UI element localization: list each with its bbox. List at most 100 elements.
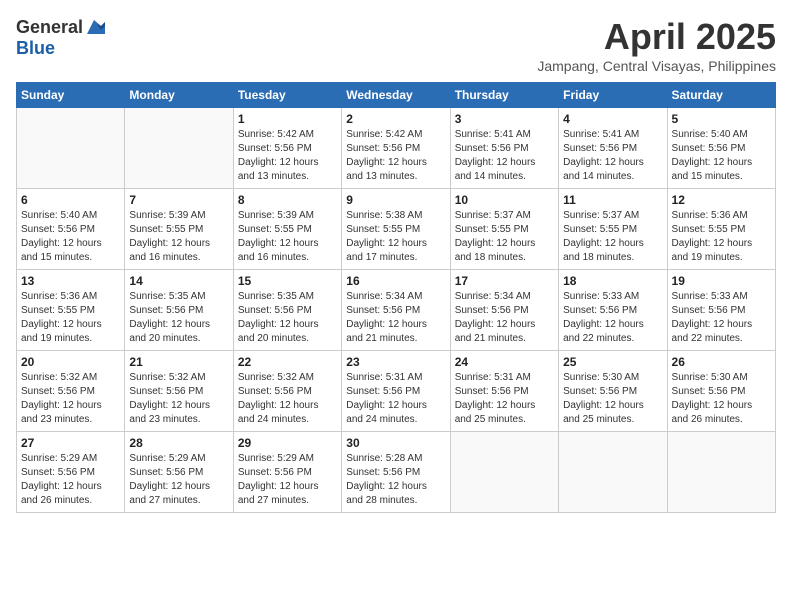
day-number: 16 — [346, 274, 445, 288]
day-number: 7 — [129, 193, 228, 207]
calendar-week-row: 13 Sunrise: 5:36 AM Sunset: 5:55 PM Dayli… — [17, 270, 776, 351]
logo: General Blue — [16, 16, 105, 59]
calendar-week-row: 6 Sunrise: 5:40 AM Sunset: 5:56 PM Daylig… — [17, 189, 776, 270]
weekday-header-row: SundayMondayTuesdayWednesdayThursdayFrid… — [17, 83, 776, 108]
day-info: Sunrise: 5:31 AM Sunset: 5:56 PM Dayligh… — [455, 371, 554, 427]
day-info: Sunrise: 5:36 AM Sunset: 5:55 PM Dayligh… — [21, 290, 120, 346]
day-number: 18 — [563, 274, 662, 288]
calendar-day-cell — [667, 432, 775, 513]
weekday-header-cell: Friday — [559, 83, 667, 108]
calendar-day-cell: 1 Sunrise: 5:42 AM Sunset: 5:56 PM Daylig… — [233, 108, 341, 189]
calendar-day-cell — [450, 432, 558, 513]
day-number: 6 — [21, 193, 120, 207]
logo-content: General Blue — [16, 16, 105, 59]
calendar-day-cell: 19 Sunrise: 5:33 AM Sunset: 5:56 PM Dayli… — [667, 270, 775, 351]
day-number: 25 — [563, 355, 662, 369]
calendar-day-cell: 3Sunrise: 5:41 AM Sunset: 5:56 PM Daylig… — [450, 108, 558, 189]
calendar-day-cell: 10Sunrise: 5:37 AM Sunset: 5:55 PM Dayli… — [450, 189, 558, 270]
day-number: 15 — [238, 274, 337, 288]
day-info: Sunrise: 5:34 AM Sunset: 5:56 PM Dayligh… — [455, 290, 554, 346]
calendar-day-cell — [125, 108, 233, 189]
day-number: 19 — [672, 274, 771, 288]
day-number: 13 — [21, 274, 120, 288]
day-info: Sunrise: 5:30 AM Sunset: 5:56 PM Dayligh… — [563, 371, 662, 427]
day-info: Sunrise: 5:40 AM Sunset: 5:56 PM Dayligh… — [672, 128, 771, 184]
calendar-day-cell: 22 Sunrise: 5:32 AM Sunset: 5:56 PM Dayli… — [233, 351, 341, 432]
day-number: 27 — [21, 436, 120, 450]
day-info: Sunrise: 5:34 AM Sunset: 5:56 PM Dayligh… — [346, 290, 445, 346]
calendar-day-cell: 12Sunrise: 5:36 AM Sunset: 5:55 PM Dayli… — [667, 189, 775, 270]
calendar-day-cell: 15Sunrise: 5:35 AM Sunset: 5:56 PM Dayli… — [233, 270, 341, 351]
calendar-day-cell: 17 Sunrise: 5:34 AM Sunset: 5:56 PM Dayli… — [450, 270, 558, 351]
day-number: 30 — [346, 436, 445, 450]
day-number: 29 — [238, 436, 337, 450]
calendar-day-cell — [559, 432, 667, 513]
calendar-day-cell: 27 Sunrise: 5:29 AM Sunset: 5:56 PM Dayli… — [17, 432, 125, 513]
calendar-day-cell: 9Sunrise: 5:38 AM Sunset: 5:55 PM Daylig… — [342, 189, 450, 270]
calendar-table: SundayMondayTuesdayWednesdayThursdayFrid… — [16, 82, 776, 513]
calendar-day-cell: 8 Sunrise: 5:39 AM Sunset: 5:55 PM Daylig… — [233, 189, 341, 270]
calendar-day-cell: 23 Sunrise: 5:31 AM Sunset: 5:56 PM Dayli… — [342, 351, 450, 432]
calendar-week-row: 27 Sunrise: 5:29 AM Sunset: 5:56 PM Dayli… — [17, 432, 776, 513]
day-info: Sunrise: 5:42 AM Sunset: 5:56 PM Dayligh… — [238, 128, 337, 184]
day-number: 24 — [455, 355, 554, 369]
day-info: Sunrise: 5:40 AM Sunset: 5:56 PM Dayligh… — [21, 209, 120, 265]
day-info: Sunrise: 5:37 AM Sunset: 5:55 PM Dayligh… — [455, 209, 554, 265]
calendar-day-cell: 28 Sunrise: 5:29 AM Sunset: 5:56 PM Dayli… — [125, 432, 233, 513]
weekday-header-cell: Monday — [125, 83, 233, 108]
day-number: 11 — [563, 193, 662, 207]
calendar-day-cell: 13 Sunrise: 5:36 AM Sunset: 5:55 PM Dayli… — [17, 270, 125, 351]
day-info: Sunrise: 5:29 AM Sunset: 5:56 PM Dayligh… — [238, 452, 337, 508]
day-info: Sunrise: 5:29 AM Sunset: 5:56 PM Dayligh… — [21, 452, 120, 508]
weekday-header-cell: Thursday — [450, 83, 558, 108]
day-number: 21 — [129, 355, 228, 369]
day-info: Sunrise: 5:37 AM Sunset: 5:55 PM Dayligh… — [563, 209, 662, 265]
day-info: Sunrise: 5:32 AM Sunset: 5:56 PM Dayligh… — [21, 371, 120, 427]
location-title: Jampang, Central Visayas, Philippines — [537, 58, 776, 74]
calendar-day-cell: 5 Sunrise: 5:40 AM Sunset: 5:56 PM Daylig… — [667, 108, 775, 189]
day-info: Sunrise: 5:36 AM Sunset: 5:55 PM Dayligh… — [672, 209, 771, 265]
weekday-header-cell: Wednesday — [342, 83, 450, 108]
calendar-day-cell: 16 Sunrise: 5:34 AM Sunset: 5:56 PM Dayli… — [342, 270, 450, 351]
calendar-day-cell: 20 Sunrise: 5:32 AM Sunset: 5:56 PM Dayli… — [17, 351, 125, 432]
day-number: 14 — [129, 274, 228, 288]
logo-icon — [83, 16, 105, 38]
day-number: 23 — [346, 355, 445, 369]
weekday-header-cell: Sunday — [17, 83, 125, 108]
day-info: Sunrise: 5:33 AM Sunset: 5:56 PM Dayligh… — [672, 290, 771, 346]
day-number: 1 — [238, 112, 337, 126]
calendar-week-row: 20 Sunrise: 5:32 AM Sunset: 5:56 PM Dayli… — [17, 351, 776, 432]
day-number: 17 — [455, 274, 554, 288]
day-info: Sunrise: 5:32 AM Sunset: 5:56 PM Dayligh… — [238, 371, 337, 427]
day-info: Sunrise: 5:39 AM Sunset: 5:55 PM Dayligh… — [129, 209, 228, 265]
calendar-day-cell: 24 Sunrise: 5:31 AM Sunset: 5:56 PM Dayli… — [450, 351, 558, 432]
day-info: Sunrise: 5:32 AM Sunset: 5:56 PM Dayligh… — [129, 371, 228, 427]
weekday-header-cell: Tuesday — [233, 83, 341, 108]
calendar-week-row: 1 Sunrise: 5:42 AM Sunset: 5:56 PM Daylig… — [17, 108, 776, 189]
calendar-day-cell: 6 Sunrise: 5:40 AM Sunset: 5:56 PM Daylig… — [17, 189, 125, 270]
logo-blue: Blue — [16, 38, 55, 58]
day-number: 8 — [238, 193, 337, 207]
day-number: 5 — [672, 112, 771, 126]
calendar-day-cell: 18Sunrise: 5:33 AM Sunset: 5:56 PM Dayli… — [559, 270, 667, 351]
day-number: 20 — [21, 355, 120, 369]
day-info: Sunrise: 5:29 AM Sunset: 5:56 PM Dayligh… — [129, 452, 228, 508]
calendar-day-cell: 30Sunrise: 5:28 AM Sunset: 5:56 PM Dayli… — [342, 432, 450, 513]
day-info: Sunrise: 5:39 AM Sunset: 5:55 PM Dayligh… — [238, 209, 337, 265]
calendar-day-cell: 26Sunrise: 5:30 AM Sunset: 5:56 PM Dayli… — [667, 351, 775, 432]
calendar-day-cell: 21 Sunrise: 5:32 AM Sunset: 5:56 PM Dayli… — [125, 351, 233, 432]
calendar-day-cell — [17, 108, 125, 189]
logo-general: General — [16, 17, 83, 38]
day-info: Sunrise: 5:30 AM Sunset: 5:56 PM Dayligh… — [672, 371, 771, 427]
title-area: April 2025 Jampang, Central Visayas, Phi… — [537, 16, 776, 74]
day-info: Sunrise: 5:42 AM Sunset: 5:56 PM Dayligh… — [346, 128, 445, 184]
header: General Blue April 2025 Jampang, Central… — [16, 16, 776, 74]
calendar-day-cell: 4Sunrise: 5:41 AM Sunset: 5:56 PM Daylig… — [559, 108, 667, 189]
month-title: April 2025 — [537, 16, 776, 58]
day-number: 22 — [238, 355, 337, 369]
day-number: 28 — [129, 436, 228, 450]
day-info: Sunrise: 5:31 AM Sunset: 5:56 PM Dayligh… — [346, 371, 445, 427]
calendar-day-cell: 14Sunrise: 5:35 AM Sunset: 5:56 PM Dayli… — [125, 270, 233, 351]
calendar-day-cell: 29 Sunrise: 5:29 AM Sunset: 5:56 PM Dayli… — [233, 432, 341, 513]
weekday-header-cell: Saturday — [667, 83, 775, 108]
